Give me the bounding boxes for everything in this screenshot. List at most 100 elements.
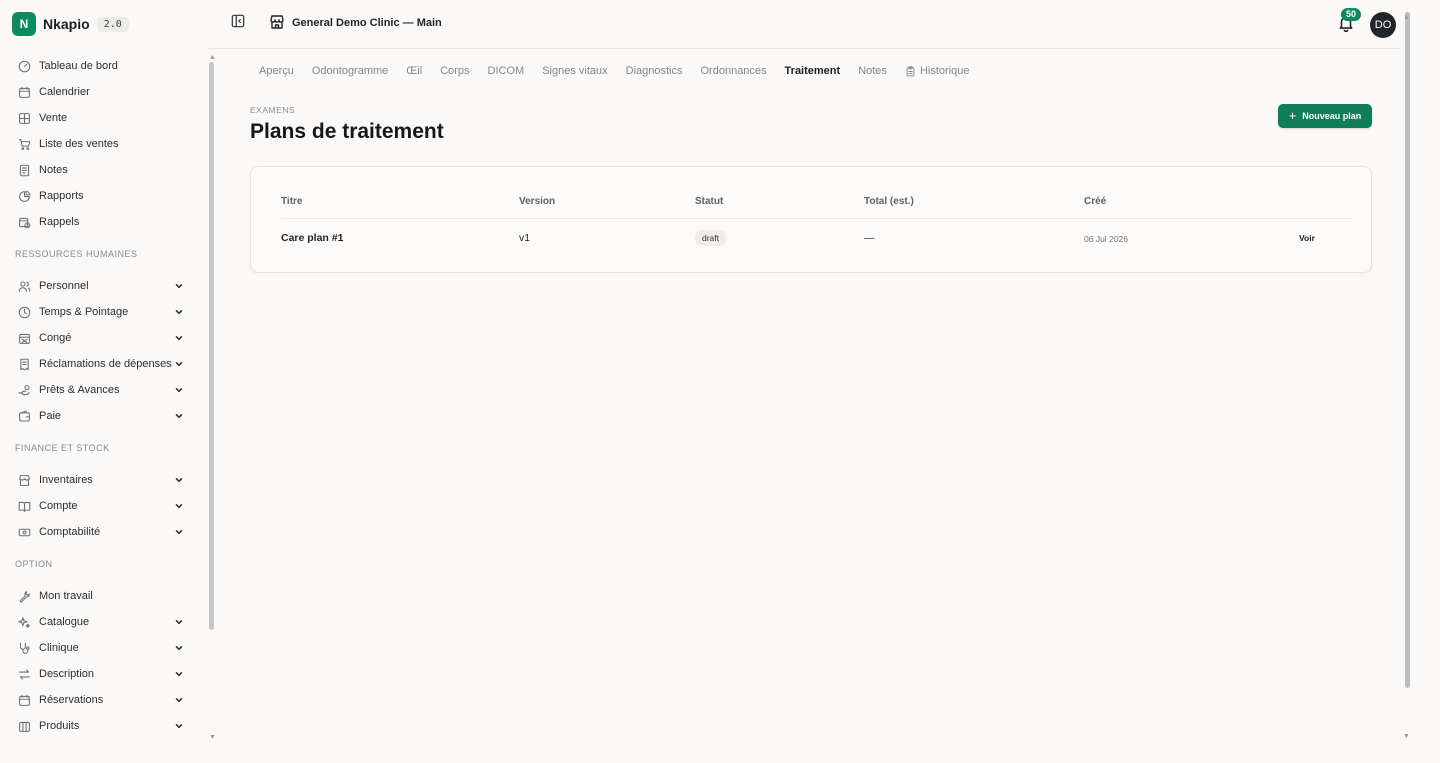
sidebar-item-label: Personnel (39, 280, 89, 292)
tab-dicom[interactable]: DICOM (488, 62, 525, 80)
main-scroll-up-arrow[interactable]: ▲ (1403, 14, 1411, 21)
sidebar-item-mon-travail[interactable]: Mon travail (0, 583, 208, 609)
sidebar-item-rappels[interactable]: Rappels (0, 209, 208, 235)
cell-total: — (864, 232, 875, 244)
tab-label: Diagnostics (625, 65, 683, 77)
sparkles-icon (18, 616, 31, 629)
sidebar-item-label: Catalogue (39, 616, 90, 628)
sidebar-item-reclamations-de-depenses[interactable]: Réclamations de dépenses (0, 351, 208, 377)
scroll-up-arrow[interactable]: ▲ (209, 54, 217, 61)
sidebar-section-title: RESSOURCES HUMAINES (15, 249, 138, 259)
sidebar-item-reservations[interactable]: Réservations (0, 687, 208, 713)
tab-apercu[interactable]: Aperçu (259, 62, 294, 80)
version-badge: 2.0 (96, 16, 129, 32)
cart-icon (18, 138, 31, 151)
wallet-icon (18, 410, 31, 423)
sidebar-item-comptabilite[interactable]: Comptabilité (0, 519, 208, 545)
new-plan-button[interactable]: + Nouveau plan (1278, 104, 1372, 128)
tab-œil[interactable]: Œil (406, 62, 422, 80)
main-scrollbar[interactable] (1405, 12, 1410, 688)
sidebar-item-calendrier[interactable]: Calendrier (0, 79, 208, 105)
tab-historique[interactable]: Historique (905, 62, 969, 80)
tab-odontogramme[interactable]: Odontogramme (312, 62, 388, 80)
scroll-down-arrow[interactable]: ▼ (209, 734, 217, 741)
pie-chart-icon (18, 190, 31, 203)
status-badge: draft (695, 230, 727, 246)
brand-logo: N (12, 12, 36, 36)
tab-signes-vitaux[interactable]: Signes vitaux (542, 62, 607, 80)
chevron-down-icon[interactable] (174, 643, 184, 653)
calendar-clock-icon (18, 216, 31, 229)
chevron-down-icon[interactable] (174, 669, 184, 679)
sidebar-item-paie[interactable]: Paie (0, 403, 208, 429)
chevron-down-icon[interactable] (174, 475, 184, 485)
store-icon (18, 474, 31, 487)
chevron-down-icon[interactable] (174, 501, 184, 511)
tab-label: DICOM (487, 65, 525, 77)
sidebar-item-temps-pointage[interactable]: Temps & Pointage (0, 299, 208, 325)
chevron-down-icon[interactable] (174, 333, 184, 343)
sidebar-item-clinique[interactable]: Clinique (0, 635, 208, 661)
sidebar-toggle-icon[interactable] (231, 14, 245, 28)
chevron-down-icon[interactable] (174, 617, 184, 627)
package-icon (18, 720, 31, 733)
sidebar-item-catalogue[interactable]: Catalogue (0, 609, 208, 635)
sidebar-item-inventaires[interactable]: Inventaires (0, 467, 208, 493)
view-button[interactable]: Voir (1299, 233, 1315, 243)
chevron-down-icon[interactable] (174, 359, 184, 369)
sidebar-item-label: Rapports (39, 190, 84, 202)
main-scroll-down-arrow[interactable]: ▼ (1403, 733, 1411, 740)
sidebar-item-label: Temps & Pointage (39, 306, 129, 318)
chevron-down-icon[interactable] (174, 721, 184, 731)
notification-badge: 50 (1341, 8, 1362, 21)
column-header-created[interactable]: Créé (1084, 196, 1106, 207)
tab-label: Ordonnances (700, 65, 767, 77)
sidebar-item-tableau-de-bord[interactable]: Tableau de bord (0, 53, 208, 79)
column-header-version[interactable]: Version (519, 196, 555, 207)
sidebar-item-label: Rappels (39, 216, 80, 228)
tab-diagnostics[interactable]: Diagnostics (626, 62, 683, 80)
sidebar-item-label: Paie (39, 410, 62, 422)
sidebar-item-description[interactable]: Description (0, 661, 208, 687)
column-header-total[interactable]: Total (est.) (864, 196, 914, 207)
sidebar-item-compte[interactable]: Compte (0, 493, 208, 519)
tab-notes[interactable]: Notes (858, 62, 887, 80)
sidebar-item-notes[interactable]: Notes (0, 157, 208, 183)
sidebar-item-label: Notes (39, 164, 68, 176)
sidebar-item-label: Calendrier (39, 86, 90, 98)
sidebar-item-personnel[interactable]: Personnel (0, 273, 208, 299)
clinic-selector[interactable]: General Demo Clinic — Main (292, 17, 442, 29)
tab-label: Signes vitaux (542, 65, 608, 77)
banknote-icon (18, 526, 31, 539)
sidebar-item-label: Produits (39, 720, 80, 732)
column-header-status[interactable]: Statut (695, 196, 723, 207)
brand[interactable]: N Nkapio 2.0 (12, 12, 129, 36)
sidebar-item-label: Clinique (39, 642, 79, 654)
sidebar-item-produits[interactable]: Produits (0, 713, 208, 739)
dashboard-icon (18, 60, 31, 73)
clock-icon (18, 306, 31, 319)
sidebar-item-rapports[interactable]: Rapports (0, 183, 208, 209)
chevron-down-icon[interactable] (174, 307, 184, 317)
sidebar-item-vente[interactable]: Vente (0, 105, 208, 131)
chevron-down-icon[interactable] (174, 385, 184, 395)
sidebar-item-label: Description (39, 668, 95, 680)
sidebar-scrollbar[interactable] (209, 62, 214, 630)
sidebar-item-label: Compte (39, 500, 78, 512)
chevron-down-icon[interactable] (174, 281, 184, 291)
sidebar-item-conge[interactable]: Congé (0, 325, 208, 351)
tab-label: Aperçu (259, 65, 294, 77)
chevron-down-icon[interactable] (174, 411, 184, 421)
tab-corps[interactable]: Corps (440, 62, 469, 80)
sidebar-item-prets-avances[interactable]: Prêts & Avances (0, 377, 208, 403)
sidebar-item-label: Comptabilité (39, 526, 101, 538)
tab-ordonnances[interactable]: Ordonnances (701, 62, 767, 80)
column-header-title[interactable]: Titre (281, 196, 303, 207)
sidebar-item-liste-des-ventes[interactable]: Liste des ventes (0, 131, 208, 157)
chevron-down-icon[interactable] (174, 695, 184, 705)
calendar-icon (18, 694, 31, 707)
user-avatar[interactable]: DO (1370, 12, 1396, 38)
chevron-down-icon[interactable] (174, 527, 184, 537)
tab-traitement[interactable]: Traitement (785, 62, 841, 80)
tab-label: Notes (858, 65, 887, 77)
